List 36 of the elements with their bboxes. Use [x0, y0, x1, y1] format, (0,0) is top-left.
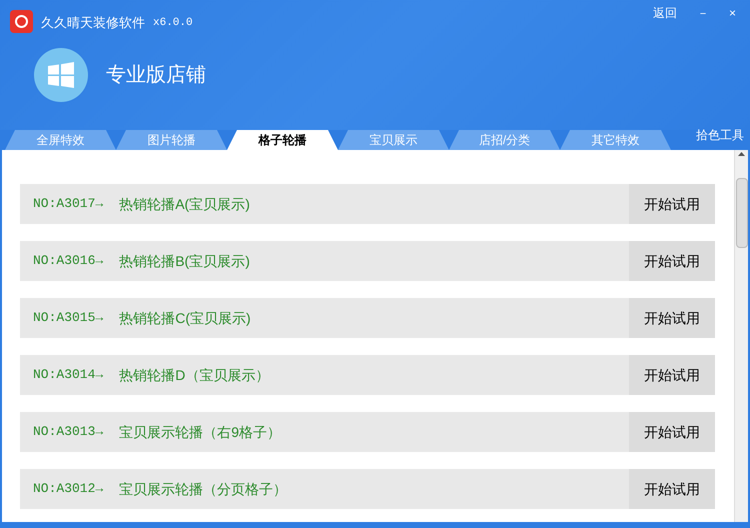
tab[interactable]: 图片轮播 [116, 130, 227, 150]
version-label: x6.0.0 [153, 16, 193, 31]
template-name: 热销轮播B(宝贝展示) [119, 252, 250, 271]
windows-logo-icon [34, 48, 88, 102]
scrollbar[interactable] [734, 150, 748, 522]
tab[interactable]: 店招/分类 [449, 130, 560, 150]
try-button[interactable]: 开始试用 [629, 298, 715, 338]
template-code: NO:A3015→ [33, 309, 104, 328]
try-button[interactable]: 开始试用 [629, 412, 715, 452]
window-title: 久久晴天装修软件 [41, 14, 145, 32]
tab[interactable]: 格子轮播 [227, 130, 338, 150]
template-code: NO:A3014→ [33, 366, 104, 384]
template-name: 宝贝展示轮播（右9格子） [119, 422, 282, 442]
template-name: 热销轮播A(宝贝展示) [119, 194, 250, 214]
store-title: 专业版店铺 [106, 63, 206, 88]
template-code: NO:A3017→ [33, 195, 104, 214]
scroll-up-icon[interactable] [738, 152, 745, 156]
tab[interactable]: 宝贝展示 [338, 130, 449, 150]
close-button[interactable]: × [724, 4, 740, 22]
scroll-thumb[interactable] [736, 178, 748, 248]
color-picker-link[interactable]: 拾色工具 [696, 126, 744, 144]
try-button[interactable]: 开始试用 [629, 469, 715, 509]
template-code: NO:A3013→ [33, 423, 104, 442]
minimize-button[interactable]: － [692, 4, 713, 22]
template-name: 宝贝展示轮播（分页格子） [119, 480, 288, 498]
template-name: 热销轮播C(宝贝展示) [119, 308, 251, 328]
template-code: NO:A3012→ [33, 480, 104, 498]
template-name: 热销轮播D（宝贝展示） [119, 366, 270, 384]
tab[interactable]: 其它特效 [560, 130, 671, 150]
back-button[interactable]: 返回 [648, 4, 681, 22]
tab[interactable]: 全屏特效 [5, 130, 116, 150]
try-button[interactable]: 开始试用 [629, 184, 715, 224]
try-button[interactable]: 开始试用 [629, 355, 715, 395]
app-logo-icon [10, 10, 33, 33]
template-code: NO:A3016→ [33, 252, 104, 270]
try-button[interactable]: 开始试用 [629, 241, 715, 281]
